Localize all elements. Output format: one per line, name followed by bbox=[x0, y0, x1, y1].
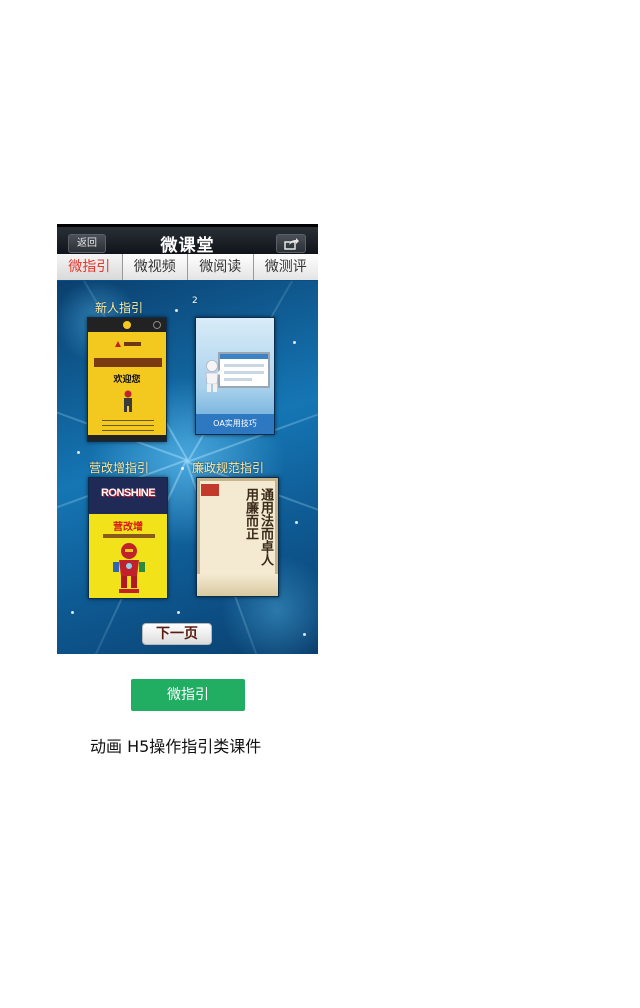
section-label-integrity: 廉政规范指引 bbox=[192, 461, 265, 475]
tab-reading[interactable]: 微阅读 bbox=[188, 254, 254, 280]
tab-guide[interactable]: 微指引 bbox=[57, 254, 123, 280]
tab-video[interactable]: 微视频 bbox=[122, 254, 188, 280]
company-logo-icon bbox=[115, 341, 141, 347]
card-header: RONSHINE bbox=[89, 478, 167, 514]
card-status-bar bbox=[88, 318, 166, 332]
card-welcome-heading: 欢迎您 bbox=[113, 375, 141, 385]
section-label-newcomer: 新人指引 bbox=[95, 301, 144, 315]
sparkle bbox=[303, 633, 306, 636]
card-subtitle-bar bbox=[103, 534, 155, 538]
sparkle bbox=[181, 467, 184, 470]
section-marker: 2 bbox=[192, 296, 198, 306]
share-button[interactable] bbox=[276, 234, 306, 253]
help-icon bbox=[153, 321, 161, 329]
tab-bar: 微指引 微视频 微阅读 微测评 bbox=[57, 254, 318, 280]
seal-stamp-icon bbox=[201, 484, 219, 496]
presenter-figure-icon bbox=[205, 360, 222, 392]
sparkle bbox=[177, 611, 180, 614]
person-icon bbox=[124, 390, 132, 412]
card-brand: RONSHINE bbox=[100, 487, 156, 499]
card-landscape bbox=[197, 574, 278, 596]
card-text-lines bbox=[102, 418, 154, 436]
superhero-icon bbox=[113, 543, 145, 588]
next-page-button[interactable]: 下一页 bbox=[142, 623, 212, 645]
courseware-caption: 动画 H5操作指引类课件 bbox=[90, 737, 262, 756]
card-footer bbox=[88, 435, 166, 441]
sparkle bbox=[295, 521, 298, 524]
card-integrity-guide[interactable]: 通用法而卓人用廉而正 bbox=[196, 477, 279, 597]
card-calligraphy: 通用法而卓人用廉而正 bbox=[243, 488, 273, 566]
card-banner bbox=[94, 358, 162, 367]
share-icon bbox=[284, 238, 299, 250]
sparkle bbox=[71, 611, 74, 614]
card-slogan: 营改增 bbox=[113, 522, 143, 533]
card-newcomer-guide[interactable]: 欢迎您 bbox=[87, 317, 167, 442]
monitor-icon bbox=[218, 352, 270, 388]
sparkle bbox=[293, 341, 296, 344]
section-label-vat-reform: 营改增指引 bbox=[89, 461, 150, 475]
card-footer-logo bbox=[119, 589, 139, 593]
monitor-header bbox=[220, 354, 268, 359]
sparkle bbox=[175, 309, 178, 312]
card-caption: OA实用技巧 bbox=[196, 414, 274, 434]
tab-test[interactable]: 微测评 bbox=[253, 254, 318, 280]
monitor-row bbox=[224, 364, 264, 367]
sun-icon bbox=[123, 321, 131, 329]
guide-grid: 新人指引 2 欢迎您 OA实用技巧 营改增指引 廉政规范指引 RONSHINE … bbox=[57, 281, 318, 654]
monitor-row bbox=[224, 371, 264, 374]
card-vat-reform-guide[interactable]: RONSHINE 营改增 bbox=[88, 477, 168, 599]
sparkle bbox=[77, 451, 80, 454]
phone-preview: 返回 微课堂 微指引 微视频 微阅读 微测评 新人指引 2 欢迎您 OA实用技巧… bbox=[57, 224, 318, 654]
monitor-row bbox=[224, 378, 252, 381]
guide-button[interactable]: 微指引 bbox=[131, 679, 245, 711]
title-bar: 返回 微课堂 bbox=[57, 224, 318, 256]
card-oa-tips[interactable]: OA实用技巧 bbox=[195, 317, 275, 435]
